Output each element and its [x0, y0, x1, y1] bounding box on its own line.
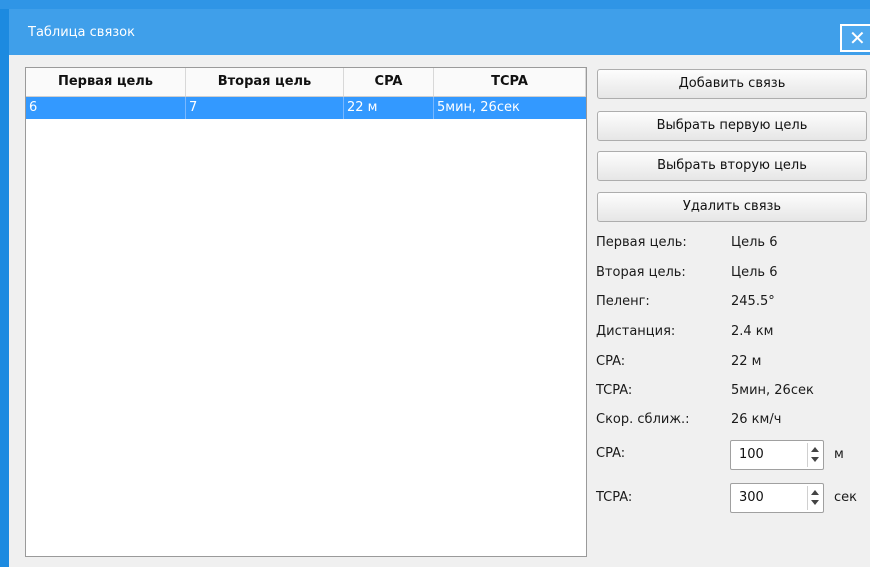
tcpa-threshold-input[interactable]: 300 [739, 490, 764, 505]
first-target-label: Первая цель: [596, 235, 687, 250]
closing-speed-value: 26 км/ч [731, 412, 782, 427]
title-bar[interactable] [9, 9, 870, 55]
spin-up-icon[interactable] [811, 490, 819, 495]
tcpa-threshold-spinbox[interactable]: 300 [730, 483, 824, 513]
first-target-value: Цель 6 [731, 235, 778, 250]
table-header: Первая цель Вторая цель CPA TCPA [26, 68, 586, 97]
tcpa-threshold-label: TCPA: [596, 490, 633, 505]
tcpa-info-label: TCPA: [596, 383, 633, 398]
links-table-window: Таблица связок ✕ Первая цель Вторая цель… [0, 0, 870, 567]
tcpa-spin-arrows[interactable] [807, 486, 821, 510]
bearing-value: 245.5° [731, 294, 775, 309]
second-target-value: Цель 6 [731, 265, 778, 280]
delete-link-button[interactable]: Удалить связь [597, 192, 867, 222]
distance-label: Дистанция: [596, 324, 676, 339]
cpa-threshold-spinbox[interactable]: 100 [730, 440, 824, 470]
spin-down-icon[interactable] [811, 500, 819, 505]
closing-speed-label: Скор. сближ.: [596, 412, 690, 427]
close-button[interactable]: ✕ [840, 24, 870, 52]
close-icon: ✕ [849, 26, 866, 50]
cpa-threshold-unit: м [834, 447, 844, 462]
links-table[interactable]: Первая цель Вторая цель CPA TCPA 6 7 22 … [25, 67, 587, 557]
spin-down-icon[interactable] [811, 457, 819, 462]
column-header-first-target[interactable]: Первая цель [26, 68, 186, 96]
tcpa-info-value: 5мин, 26сек [731, 383, 814, 398]
cpa-info-value: 22 м [731, 354, 762, 369]
cell-first-target: 6 [26, 97, 186, 119]
column-header-cpa[interactable]: CPA [344, 68, 434, 96]
second-target-label: Вторая цель: [596, 265, 686, 280]
cpa-threshold-label: CPA: [596, 446, 626, 461]
bearing-label: Пеленг: [596, 294, 650, 309]
cpa-info-label: CPA: [596, 354, 626, 369]
window-title: Таблица связок [28, 25, 135, 40]
spin-up-icon[interactable] [811, 447, 819, 452]
column-header-second-target[interactable]: Вторая цель [186, 68, 344, 96]
tcpa-threshold-unit: сек [834, 490, 857, 505]
cell-second-target: 7 [186, 97, 344, 119]
select-second-target-button[interactable]: Выбрать вторую цель [597, 151, 867, 181]
select-first-target-button[interactable]: Выбрать первую цель [597, 111, 867, 141]
cell-tcpa: 5мин, 26сек [437, 100, 520, 115]
cell-cpa: 22 м [344, 97, 434, 119]
add-link-button[interactable]: Добавить связь [597, 69, 867, 99]
cpa-threshold-input[interactable]: 100 [739, 447, 764, 462]
column-header-tcpa[interactable]: TCPA [434, 68, 586, 96]
table-row[interactable]: 6 7 22 м 5мин, 26сек [26, 97, 586, 119]
cpa-spin-arrows[interactable] [807, 443, 821, 467]
distance-value: 2.4 км [731, 324, 774, 339]
